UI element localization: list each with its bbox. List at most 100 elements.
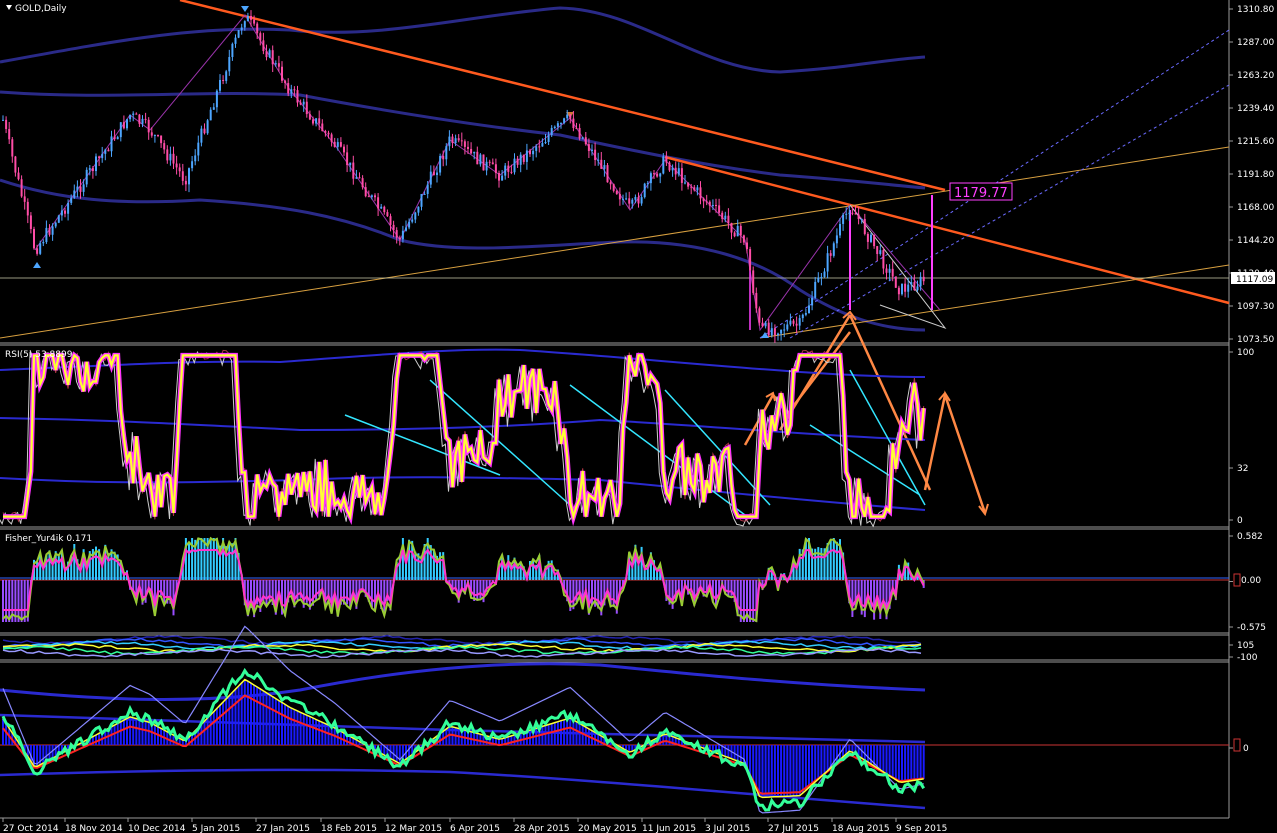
candle-body [302,101,305,105]
candle-body [612,184,615,191]
window-title: GOLD,Daily [15,4,67,14]
p5-bar [132,717,135,745]
p5-bar [141,720,144,745]
p5-bar [203,721,206,745]
p5-bar [513,734,516,745]
candle-body [8,129,11,140]
candle-body [172,153,175,164]
p5-bar [826,745,829,771]
p5-bar [755,745,758,790]
candle-body [324,131,327,133]
candle-body [197,142,200,156]
candle-body [746,242,748,250]
candle-body [711,204,714,206]
p5-bar [891,745,894,778]
p5-bar [913,745,916,781]
candle-body [550,127,553,135]
candle-body [39,243,42,254]
date-label: 11 Jun 2015 [642,824,696,833]
candle-body [665,156,668,163]
fisher-bar [231,543,234,580]
candle-body [178,167,181,172]
candle-body [820,276,823,278]
candle-body [634,196,637,200]
candle-body [380,206,383,209]
p5-bar [739,745,742,763]
candle-body [333,141,336,147]
candle-body [343,146,345,153]
candle-body [327,132,330,135]
candle-body [48,227,51,235]
candle-body [848,212,851,214]
candle-body [268,50,271,58]
p5-bar [299,712,302,745]
p5-bar [240,682,243,745]
axis-tick-label: 1239.40 [1237,104,1274,114]
candle-body [823,271,826,277]
candle-body [101,153,104,159]
candle-body [107,149,110,152]
candle-body [603,165,606,169]
p5-bar [321,722,324,745]
p5-bar [727,745,730,758]
p5-bar [894,745,897,780]
candle-body [628,198,631,204]
candle-body [643,183,646,198]
axis-tick-label: -0.575 [1237,623,1266,633]
p5-bar [324,723,327,745]
candle-body [51,226,54,235]
p5-bar [281,702,283,745]
candle-body [98,156,101,159]
candle-body [795,323,798,326]
date-label: 28 Apr 2015 [514,824,570,833]
candle-body [758,308,761,323]
candle-body [801,314,804,319]
candle-body [752,270,755,293]
p5-bar [885,745,888,774]
candle-body [724,215,727,219]
candle-body [281,66,283,81]
candle-body [126,119,128,129]
candle-body [488,161,491,163]
p5-bar [219,705,221,745]
candle-body [463,141,466,147]
candle-body [727,215,730,223]
candle-body [457,138,460,141]
p5-bar [814,745,817,782]
candle-body [708,201,711,206]
candle-body [581,137,584,139]
p5-bar [237,685,240,745]
candle-body [64,210,66,214]
candle-body [467,146,469,149]
candle-body [169,153,172,161]
candle-body [510,171,513,173]
candle-body [609,182,612,185]
fisher-bar [851,580,854,617]
candle-body [507,165,510,172]
candle-body [374,195,376,198]
p5-bar [848,745,851,752]
candle-body [299,102,302,105]
p5-bar [789,745,792,797]
candle-body [656,173,659,177]
candle-body [699,187,702,199]
p5-bar [876,745,879,768]
candle-body [20,179,23,197]
candle-body [814,281,817,298]
fisher-bar [346,580,349,605]
p5-bar [42,745,45,764]
axis-tick-label: 1168.00 [1237,203,1274,213]
candle-body [411,219,414,222]
candle-body [566,114,569,119]
candle-body [54,222,57,227]
candle-body [392,224,395,231]
fisher-bar [370,580,373,608]
fisher-bar [832,538,835,580]
candle-body [460,140,463,142]
candle-body [14,156,17,173]
candle-body [829,253,832,256]
p5-bar [581,725,584,745]
candle-body [742,235,745,243]
chart-canvas[interactable]: 1179.77 GOLD,Daily RSI(5) 53.8899 Fisher… [0,0,1277,833]
candle-body [73,190,76,198]
